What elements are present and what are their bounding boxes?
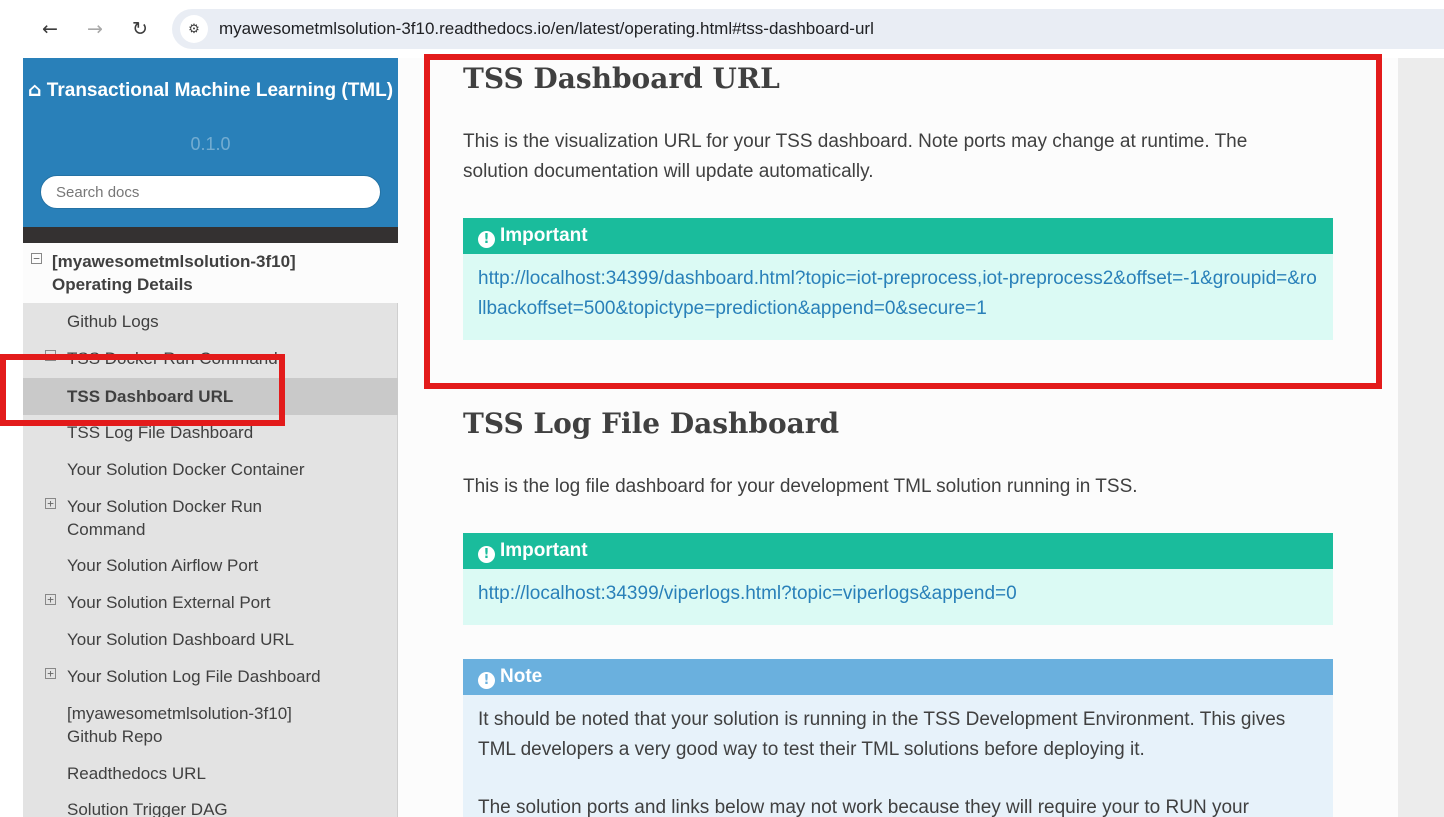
sidebar-item-label: Your Solution External Port — [67, 593, 271, 612]
project-title[interactable]: ⌂ Transactional Machine Learning (TML) — [23, 79, 398, 102]
url-text[interactable]: myawesometmlsolution-3f10.readthedocs.io… — [219, 19, 874, 39]
sidebar-item-label: Solution Trigger DAG — [67, 800, 228, 817]
section-paragraph: This is the visualization URL for your T… — [463, 131, 1248, 182]
forward-icon[interactable]: → — [80, 14, 110, 44]
sidebar-item-label: TSS Log File Dashboard — [67, 423, 254, 442]
sidebar-item-label: Github Logs — [67, 312, 159, 331]
address-bar[interactable]: ⚙ myawesometmlsolution-3f10.readthedocs.… — [172, 9, 1444, 49]
sidebar-item-label: TSS Docker Run Command — [67, 349, 278, 368]
scrollbar-track[interactable] — [1398, 58, 1444, 817]
important-admonition: ! Important http://localhost:34399/dashbo… — [463, 218, 1333, 340]
sidebar-item-label: Your Solution Docker Container — [67, 460, 305, 479]
collapse-icon[interactable]: − — [31, 253, 42, 264]
browser-toolbar: ← → ↻ ⚙ myawesometmlsolution-3f10.readth… — [0, 0, 1444, 58]
home-icon: ⌂ — [27, 79, 42, 101]
exclamation-icon: ! — [478, 672, 495, 689]
tss-dashboard-link[interactable]: http://localhost:34399/dashboard.html?to… — [478, 268, 1317, 319]
tss-log-dashboard-link[interactable]: http://localhost:34399/viperlogs.html?to… — [478, 583, 1017, 604]
sidebar-item-github-repo[interactable]: [myawesometmlsolution-3f10] Github Repo — [23, 702, 398, 748]
note-paragraph: The solution ports and links below may n… — [478, 797, 1249, 817]
sidebar-header: ⌂ Transactional Machine Learning (TML) 0… — [23, 58, 398, 227]
exclamation-icon: ! — [478, 231, 495, 248]
search-input[interactable] — [40, 175, 381, 209]
sidebar-item-solution-docker-run-command[interactable]: + Your Solution Docker Run Command — [23, 495, 398, 541]
sidebar-item-label: Your Solution Airflow Port — [67, 556, 259, 575]
section-heading-tss-log-file-dashboard: TSS Log File Dashboard — [463, 407, 840, 440]
sidebar-item-label: Your Solution Docker Run Command — [67, 497, 262, 539]
expand-icon[interactable]: + — [45, 498, 56, 509]
sidebar-item-tss-dashboard-url[interactable]: TSS Dashboard URL — [23, 378, 398, 415]
site-info-icon[interactable]: ⚙ — [180, 15, 208, 43]
admonition-title: ! Note — [463, 659, 1333, 695]
exclamation-icon: ! — [478, 546, 495, 563]
expand-icon[interactable]: + — [45, 594, 56, 605]
project-version: 0.1.0 — [190, 134, 231, 154]
admonition-body: http://localhost:34399/dashboard.html?to… — [463, 254, 1333, 340]
sidebar-item-label: Readthedocs URL — [67, 764, 206, 783]
admonition-title: ! Important — [463, 218, 1333, 254]
reload-icon[interactable]: ↻ — [125, 14, 155, 44]
collapse-icon[interactable]: − — [45, 350, 56, 361]
sidebar-item-label: TSS Dashboard URL — [67, 387, 234, 406]
important-admonition: ! Important http://localhost:34399/viperl… — [463, 533, 1333, 625]
project-title-text: Transactional Machine Learning (TML) — [46, 80, 394, 101]
toc-parent-item[interactable]: − [myawesometmlsolution-3f10] Operating … — [23, 243, 398, 303]
main-content: TSS Dashboard URL This is the visualizat… — [398, 58, 1398, 817]
sidebar-item-label: Your Solution Dashboard URL — [67, 630, 295, 649]
back-icon[interactable]: ← — [35, 14, 65, 44]
admonition-body: http://localhost:34399/viperlogs.html?to… — [463, 569, 1333, 625]
expand-icon[interactable]: + — [45, 668, 56, 679]
admonition-body: It should be noted that your solution is… — [463, 695, 1333, 817]
section-heading-tss-dashboard-url: TSS Dashboard URL — [463, 62, 780, 95]
admonition-title: ! Important — [463, 533, 1333, 569]
section-paragraph: This is the log file dashboard for your … — [463, 476, 1138, 497]
sidebar-item-label: [myawesometmlsolution-3f10] Github Repo — [67, 704, 292, 746]
toc-parent-label: [myawesometmlsolution-3f10] Operating De… — [52, 252, 296, 294]
note-admonition: ! Note It should be noted that your solut… — [463, 659, 1333, 817]
sidebar-item-label: Your Solution Log File Dashboard — [67, 667, 321, 686]
sidebar: ⌂ Transactional Machine Learning (TML) 0… — [23, 58, 398, 817]
toc-list: Github Logs − TSS Docker Run Command TSS… — [23, 303, 398, 817]
note-paragraph: It should be noted that your solution is… — [478, 709, 1286, 760]
